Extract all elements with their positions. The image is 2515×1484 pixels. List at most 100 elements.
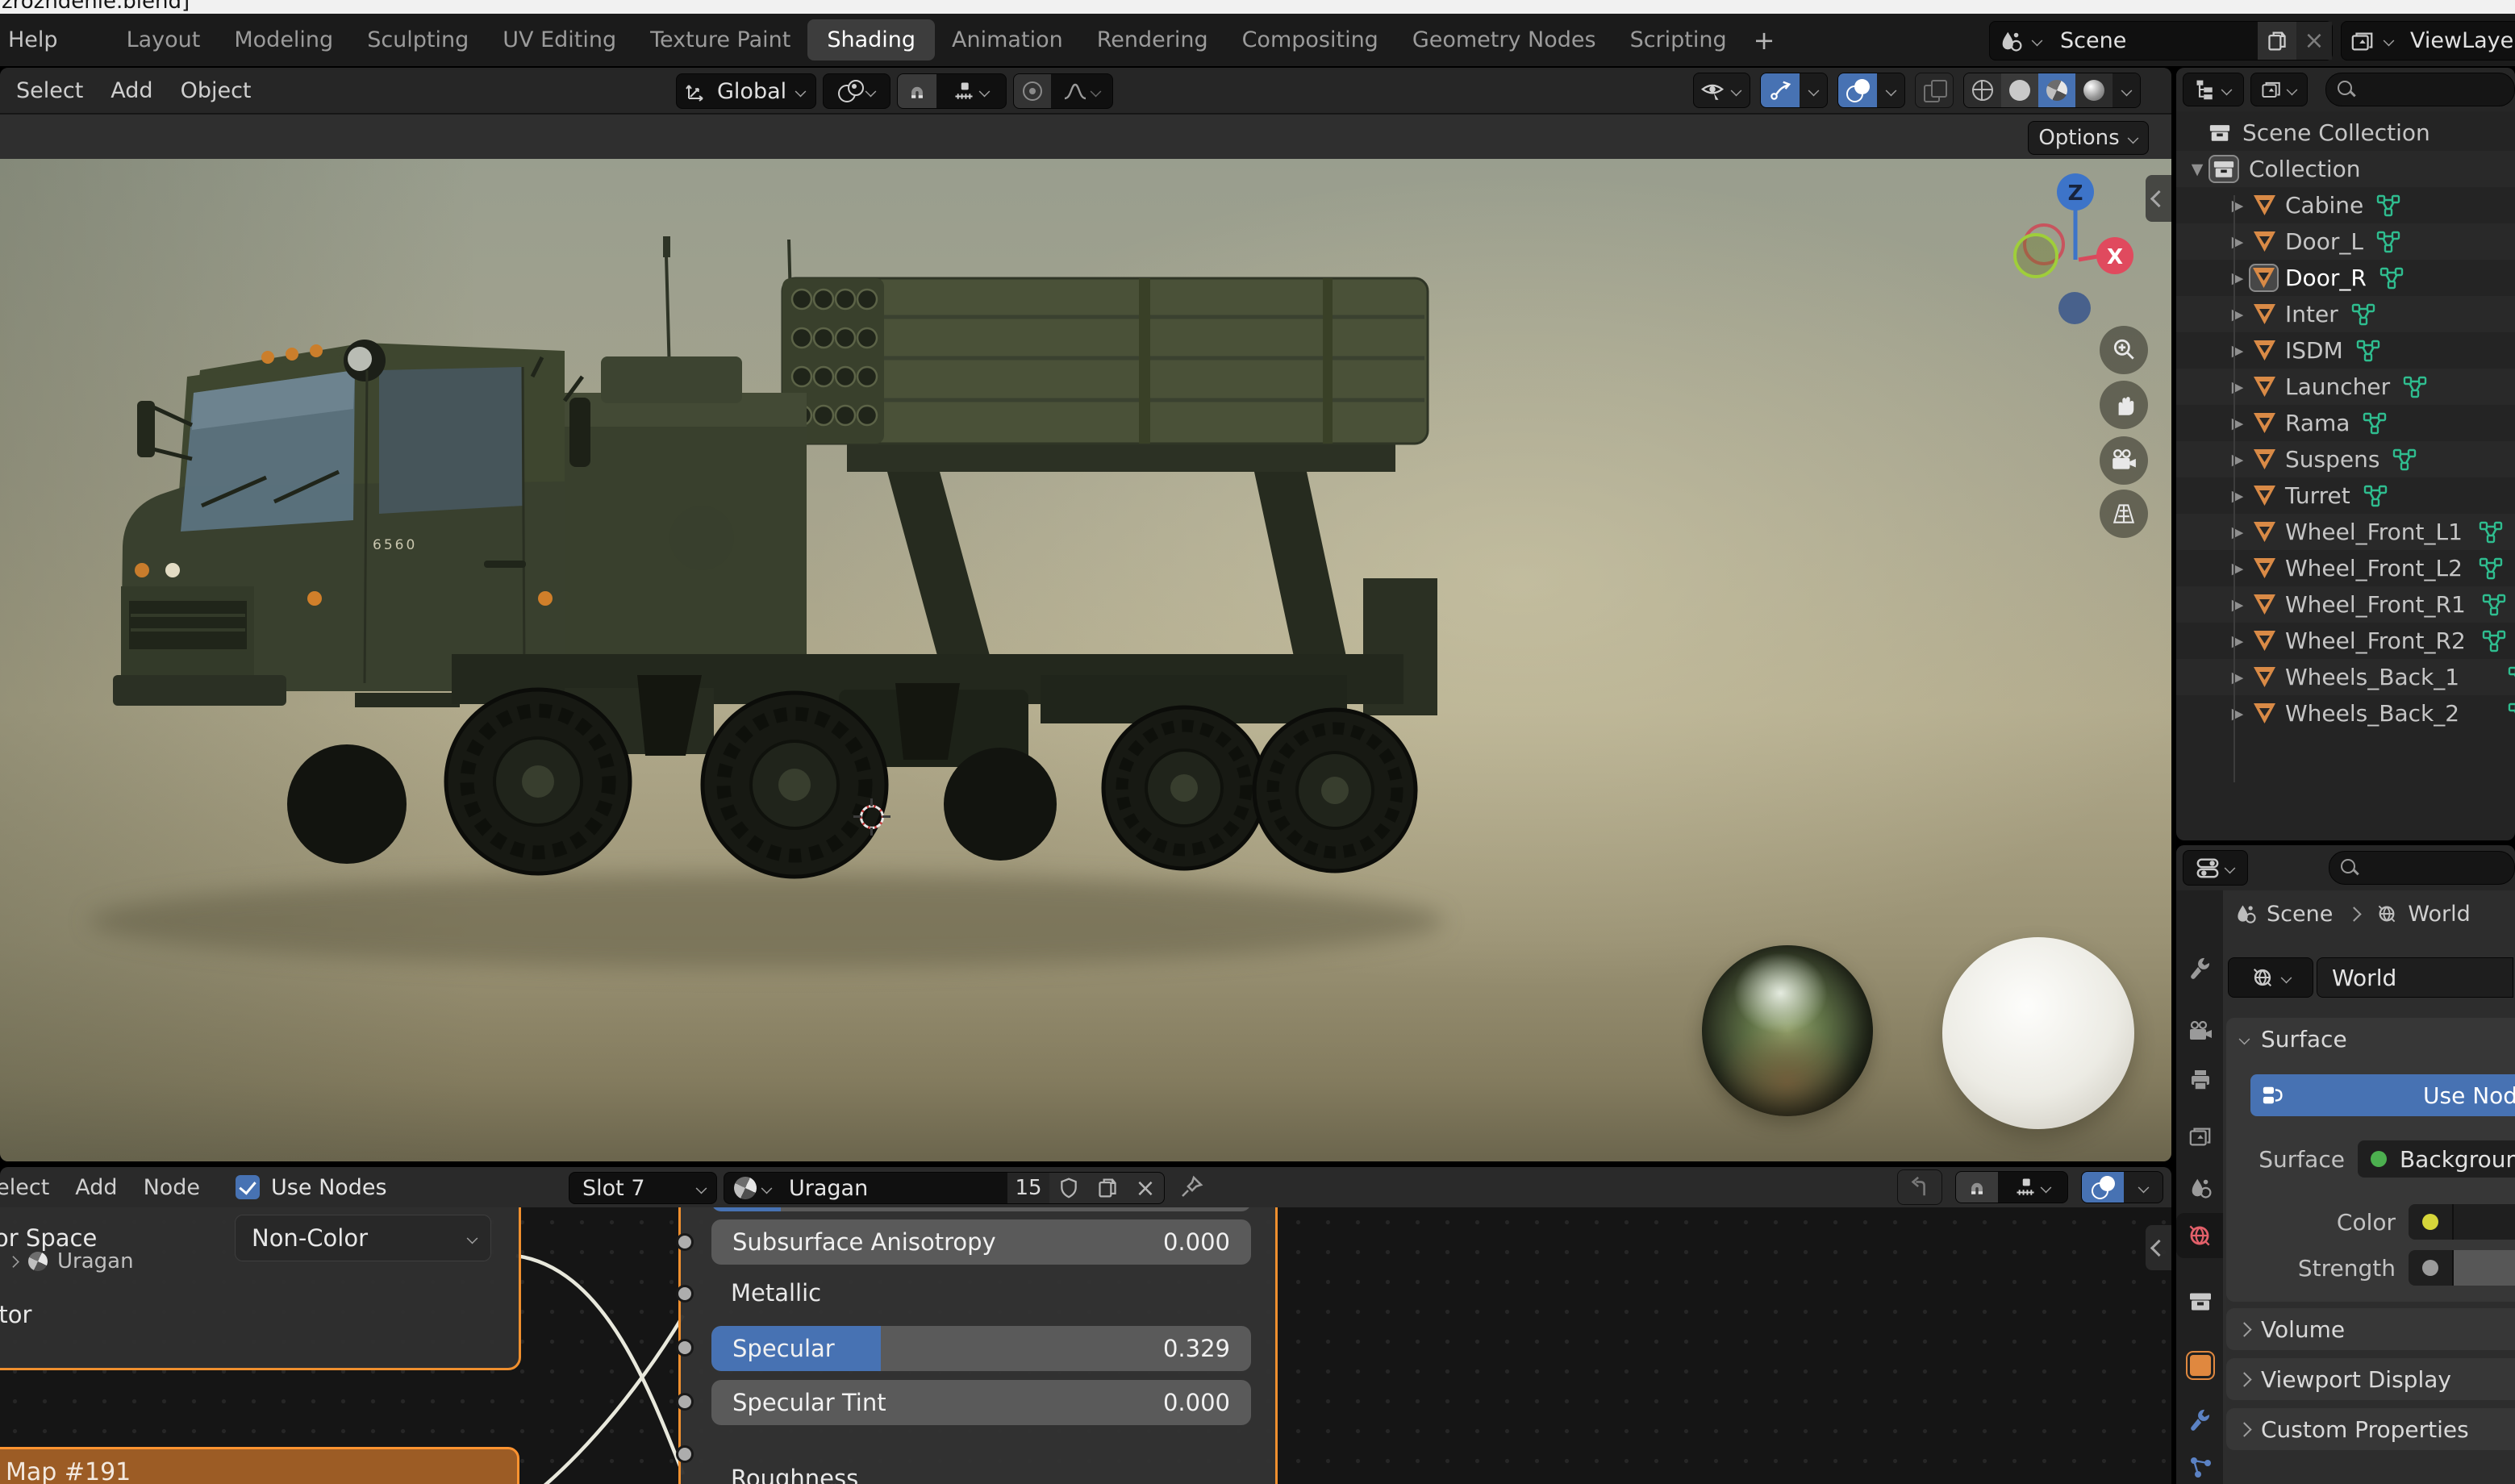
expand-triangle[interactable]: ▶ — [2226, 487, 2249, 505]
tab-animation[interactable]: Animation — [935, 27, 1080, 52]
expand-triangle[interactable]: ▶ — [2226, 560, 2249, 577]
tab-shading-active[interactable]: Shading — [807, 19, 936, 60]
ortho-perspective-button[interactable] — [2100, 490, 2148, 538]
outliner-row-wheel-front-l1[interactable]: ▶ Wheel_Front_L1 — [2176, 514, 2515, 550]
object-tab[interactable] — [2187, 1352, 2214, 1379]
tab-rendering[interactable]: Rendering — [1080, 27, 1225, 52]
outliner-row-isdm[interactable]: ▶ ISDM — [2176, 332, 2515, 369]
shading-rendered-button[interactable] — [2075, 73, 2113, 107]
shader-menu-select[interactable]: Select — [0, 1175, 62, 1200]
modifiers-tab[interactable] — [2187, 1405, 2214, 1432]
tool-tab[interactable] — [2187, 953, 2214, 981]
view-layer-tab[interactable] — [2187, 1123, 2214, 1150]
outliner-row-door-l[interactable]: ▶ Door_L — [2176, 223, 2515, 260]
image-texture-node[interactable]: Color Space Non-Color Vector — [0, 1207, 521, 1370]
expand-triangle[interactable]: ▶ — [2226, 378, 2249, 396]
view-layer-name[interactable]: ViewLayer — [2394, 28, 2515, 53]
strength-socket-button[interactable] — [2409, 1250, 2452, 1286]
viewport-canvas[interactable]: 6560 Z X — [0, 159, 2171, 1161]
toggle-xray-button[interactable] — [1915, 73, 1954, 108]
unlink-scene-button[interactable]: × — [2296, 22, 2332, 60]
shading-solid-button[interactable] — [2001, 73, 2038, 107]
expand-triangle[interactable]: ▶ — [2226, 233, 2249, 251]
expand-triangle[interactable]: ▶ — [2226, 523, 2249, 541]
slider-subsurface-ior[interactable]: Subsurface IOR 1.400 — [711, 1207, 1251, 1211]
strength-slider[interactable] — [2452, 1250, 2515, 1286]
world-tab-active[interactable] — [2176, 1213, 2223, 1258]
object-type-visibility-dropdown[interactable] — [1693, 73, 1750, 108]
orientation-value[interactable]: Global — [707, 79, 795, 104]
slot-dropdown[interactable]: Slot 7 — [569, 1172, 717, 1204]
tab-compositing[interactable]: Compositing — [1225, 27, 1395, 52]
outliner-row-wheels-back-2[interactable]: ▶ Wheels_Back_2 — [2176, 695, 2515, 732]
shading-dropdown[interactable] — [2113, 73, 2140, 107]
socket-subsurface-anisotropy[interactable] — [676, 1233, 694, 1251]
expand-triangle[interactable]: ▶ — [2226, 306, 2249, 323]
use-nodes-button[interactable]: Use Nodes — [2250, 1074, 2515, 1116]
outliner-row-collection[interactable]: ▼ Collection — [2176, 151, 2515, 187]
constraints-tab[interactable] — [2187, 1453, 2214, 1481]
show-overlays-toggle[interactable] — [2082, 1172, 2124, 1203]
surface-shader-selector[interactable]: Background — [2357, 1140, 2515, 1178]
world-name[interactable]: World — [2317, 965, 2396, 991]
expand-triangle[interactable]: ▶ — [2226, 596, 2249, 614]
proportional-edit-toggle[interactable] — [1014, 74, 1051, 108]
expand-triangle[interactable]: ▶ — [2226, 415, 2249, 432]
outliner-row-rama[interactable]: ▶ Rama — [2176, 405, 2515, 441]
viewport-menu-add[interactable]: Add — [106, 78, 157, 103]
sidebar-collapse-tab[interactable] — [2146, 175, 2171, 222]
zoom-button[interactable] — [2100, 326, 2148, 374]
outliner-row-cabine[interactable]: ▶ Cabine — [2176, 187, 2515, 223]
outliner-row-wheel-front-r2[interactable]: ▶ Wheel_Front_R2 — [2176, 623, 2515, 659]
material-name[interactable]: Uragan — [781, 1176, 1007, 1201]
view-layer-icon[interactable] — [2342, 22, 2384, 60]
camera-view-button[interactable] — [2100, 436, 2148, 485]
breadcrumb-world[interactable]: World — [2408, 902, 2470, 927]
tab-scripting[interactable]: Scripting — [1613, 27, 1744, 52]
outliner-row-wheel-front-l2[interactable]: ▶ Wheel_Front_L2 — [2176, 550, 2515, 586]
world-browse-dropdown[interactable] — [2228, 957, 2313, 998]
principled-bsdf-node[interactable]: Subsurface IOR 1.400 Subsurface Anisotro… — [676, 1207, 1278, 1484]
shading-material-preview-button[interactable] — [2038, 73, 2075, 107]
properties-search-input[interactable] — [2329, 851, 2515, 885]
pin-icon[interactable] — [1179, 1175, 1203, 1199]
outliner-row-launcher[interactable]: ▶ Launcher — [2176, 369, 2515, 405]
transform-orientation-dropdown[interactable]: Global — [676, 73, 816, 109]
volume-panel[interactable]: Volume — [2226, 1308, 2515, 1350]
node-sidebar-collapse-tab[interactable] — [2146, 1225, 2171, 1270]
node-canvas[interactable]: Color Space Non-Color Vector Uragan Map … — [0, 1207, 2171, 1484]
custom-properties-panel[interactable]: Custom Properties — [2226, 1408, 2515, 1450]
viewport-menu-object[interactable]: Object — [176, 78, 257, 103]
snap-toggle[interactable] — [898, 74, 936, 108]
expand-triangle[interactable]: ▶ — [2226, 269, 2249, 287]
collapse-triangle[interactable]: ▼ — [2186, 160, 2208, 178]
menu-help[interactable]: Help — [3, 27, 63, 52]
render-tab[interactable] — [2187, 1018, 2214, 1045]
scene-selector[interactable]: Scene × — [1989, 21, 2333, 60]
expand-triangle[interactable]: ▶ — [2226, 705, 2249, 723]
outliner-row-wheel-front-r1[interactable]: ▶ Wheel_Front_R1 — [2176, 586, 2515, 623]
overlays-dropdown[interactable] — [1877, 73, 1904, 107]
snap-target-dropdown[interactable] — [936, 74, 1006, 108]
slider-specular[interactable]: Specular 0.329 — [711, 1326, 1251, 1371]
tab-uv-editing[interactable]: UV Editing — [486, 27, 633, 52]
options-dropdown[interactable]: Options — [2028, 121, 2149, 155]
outliner-search-input[interactable] — [2325, 73, 2515, 106]
viewport-display-panel[interactable]: Viewport Display — [2226, 1358, 2515, 1400]
outliner-row-turret[interactable]: ▶ Turret — [2176, 477, 2515, 514]
display-mode-dropdown[interactable] — [2250, 73, 2309, 106]
surface-panel-header[interactable]: Surface — [2226, 1018, 2515, 1060]
proportional-falloff-dropdown[interactable] — [1051, 74, 1112, 108]
map-node[interactable]: Map #191 — [0, 1447, 519, 1484]
view-layer-selector[interactable]: ViewLayer — [2341, 21, 2515, 60]
color-socket-button[interactable] — [2409, 1204, 2452, 1240]
world-name-field[interactable]: World — [2317, 957, 2513, 998]
new-scene-button[interactable] — [2258, 22, 2296, 60]
breadcrumb-scene[interactable]: Scene — [2267, 902, 2333, 927]
expand-triangle[interactable]: ▶ — [2226, 197, 2249, 215]
scene-icon[interactable] — [1990, 22, 2032, 60]
tab-layout[interactable]: Layout — [110, 27, 218, 52]
socket-metallic[interactable] — [676, 1285, 694, 1303]
output-tab[interactable] — [2187, 1066, 2214, 1094]
use-nodes-checkbox[interactable] — [236, 1175, 261, 1199]
